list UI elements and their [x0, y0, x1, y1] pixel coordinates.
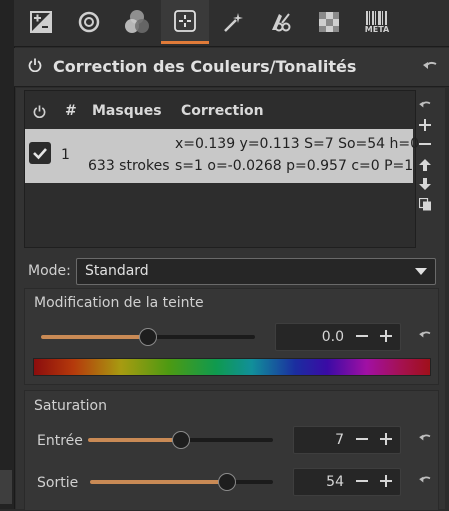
mask-row[interactable]: 1 633 strokes x=0.139 y=0.113 S=7 So=54 …: [25, 129, 419, 183]
plus-icon: [380, 433, 392, 445]
saturation-input-label: Entrée: [37, 433, 83, 449]
column-header-correction: Correction: [181, 103, 264, 119]
plus-icon: [419, 119, 431, 131]
saturation-output-reset-icon[interactable]: [419, 475, 431, 485]
reset-icon: [419, 101, 431, 108]
raw-icon: [319, 12, 339, 32]
move-mask-down-button[interactable]: [416, 175, 434, 193]
hue-shift-spinbox[interactable]: 0.0: [275, 323, 401, 351]
saturation-input-slider[interactable]: [88, 431, 273, 449]
hue-shift-slider[interactable]: [41, 328, 255, 346]
saturation-output-value[interactable]: 54: [326, 474, 344, 490]
minus-icon: [419, 143, 431, 145]
checkmark-icon: [33, 148, 47, 160]
magic-wand-icon: [224, 13, 243, 32]
panel-scroll-notch: [0, 470, 12, 504]
saturation-output-slider-knob[interactable]: [218, 473, 237, 491]
metadata-label: META: [364, 24, 390, 34]
saturation-input-slider-knob[interactable]: [171, 431, 190, 449]
metadata-icon: [366, 10, 387, 25]
remove-mask-button[interactable]: [416, 135, 434, 153]
copy-mask-button[interactable]: [416, 195, 434, 213]
hue-decrement-button[interactable]: [352, 326, 372, 346]
plus-icon: [380, 330, 392, 342]
hue-shift-value[interactable]: 0.0: [322, 329, 344, 345]
color-toning-panel: # Masques Correction 1 633 strokes x=0.1…: [16, 88, 445, 511]
arrow-up-icon: [419, 159, 431, 171]
copy-icon: [418, 197, 431, 210]
reset-icon[interactable]: [423, 60, 437, 72]
move-mask-up-button[interactable]: [416, 156, 434, 174]
transform-icon: [272, 13, 291, 32]
plus-icon: [380, 475, 392, 487]
power-icon[interactable]: [28, 58, 42, 72]
section-title: Correction des Couleurs/Tonalités: [53, 57, 357, 76]
tab-transform[interactable]: [257, 0, 305, 44]
saturation-input-value[interactable]: 7: [335, 432, 344, 448]
tab-detail[interactable]: [65, 0, 113, 44]
tab-local-adjustments[interactable]: [161, 0, 209, 44]
hue-shift-slider-knob[interactable]: [139, 328, 157, 346]
chevron-down-icon: [415, 268, 427, 275]
saturation-input-spinbox[interactable]: 7: [293, 426, 401, 454]
saturation-output-spinbox[interactable]: 54: [293, 468, 401, 496]
hue-reset-icon[interactable]: [419, 330, 431, 340]
saturation-label: Saturation: [34, 398, 107, 414]
saturation-input-slider-fill: [88, 438, 181, 442]
hue-shift-slider-fill: [41, 335, 148, 339]
mask-list[interactable]: # Masques Correction 1 633 strokes x=0.1…: [24, 90, 419, 248]
mask-index: 1: [61, 147, 70, 163]
mask-correction-line-1: x=0.139 y=0.113 S=7 So=54 h=0: [175, 136, 420, 152]
local-adjustments-icon: [174, 9, 196, 32]
tab-metadata[interactable]: META: [353, 0, 401, 44]
column-header-masks: Masques: [92, 103, 162, 119]
exposure-icon: [30, 11, 52, 33]
saturation-output-slider-fill: [90, 480, 228, 484]
saturation-input-reset-icon[interactable]: [419, 433, 431, 443]
saturation-group: Saturation Entrée 7 Sortie 54: [24, 390, 439, 511]
add-mask-button[interactable]: [416, 116, 434, 134]
saturation-output-slider[interactable]: [90, 473, 273, 491]
mode-label: Mode:: [28, 263, 71, 279]
hue-spectrum-bar: [33, 358, 431, 376]
column-header-index: #: [65, 103, 77, 119]
mask-enabled-checkbox[interactable]: [29, 142, 51, 164]
tool-tabs-toolbar: META: [14, 0, 449, 47]
saturation-output-increment-button[interactable]: [376, 471, 396, 491]
saturation-input-increment-button[interactable]: [376, 429, 396, 449]
tab-raw[interactable]: [305, 0, 353, 44]
hue-increment-button[interactable]: [376, 326, 396, 346]
mode-dropdown[interactable]: Standard: [76, 258, 436, 285]
hue-shift-group: Modification de la teinte 0.0: [24, 288, 439, 385]
mask-name: 633 strokes: [88, 158, 170, 174]
saturation-output-decrement-button[interactable]: [352, 471, 372, 491]
saturation-output-label: Sortie: [37, 475, 79, 491]
hue-shift-label: Modification de la teinte: [34, 295, 204, 311]
section-header[interactable]: Correction des Couleurs/Tonalités: [14, 48, 449, 87]
detail-icon: [78, 11, 100, 33]
left-panel-edge: [0, 0, 15, 509]
mode-selected-value: Standard: [85, 263, 149, 279]
tab-exposure[interactable]: [17, 0, 65, 44]
minus-icon: [356, 480, 368, 482]
minus-icon: [356, 335, 368, 337]
tab-auto[interactable]: [209, 0, 257, 44]
reset-masks-button[interactable]: [416, 96, 434, 114]
mask-power-icon: [33, 105, 46, 118]
saturation-input-decrement-button[interactable]: [352, 429, 372, 449]
arrow-down-icon: [419, 178, 431, 190]
color-icon: [125, 10, 149, 33]
mask-correction-line-2: s=1 o=-0.0268 p=0.957 c=0 P=1: [175, 158, 414, 174]
minus-icon: [356, 438, 368, 440]
tab-color[interactable]: [113, 0, 161, 44]
